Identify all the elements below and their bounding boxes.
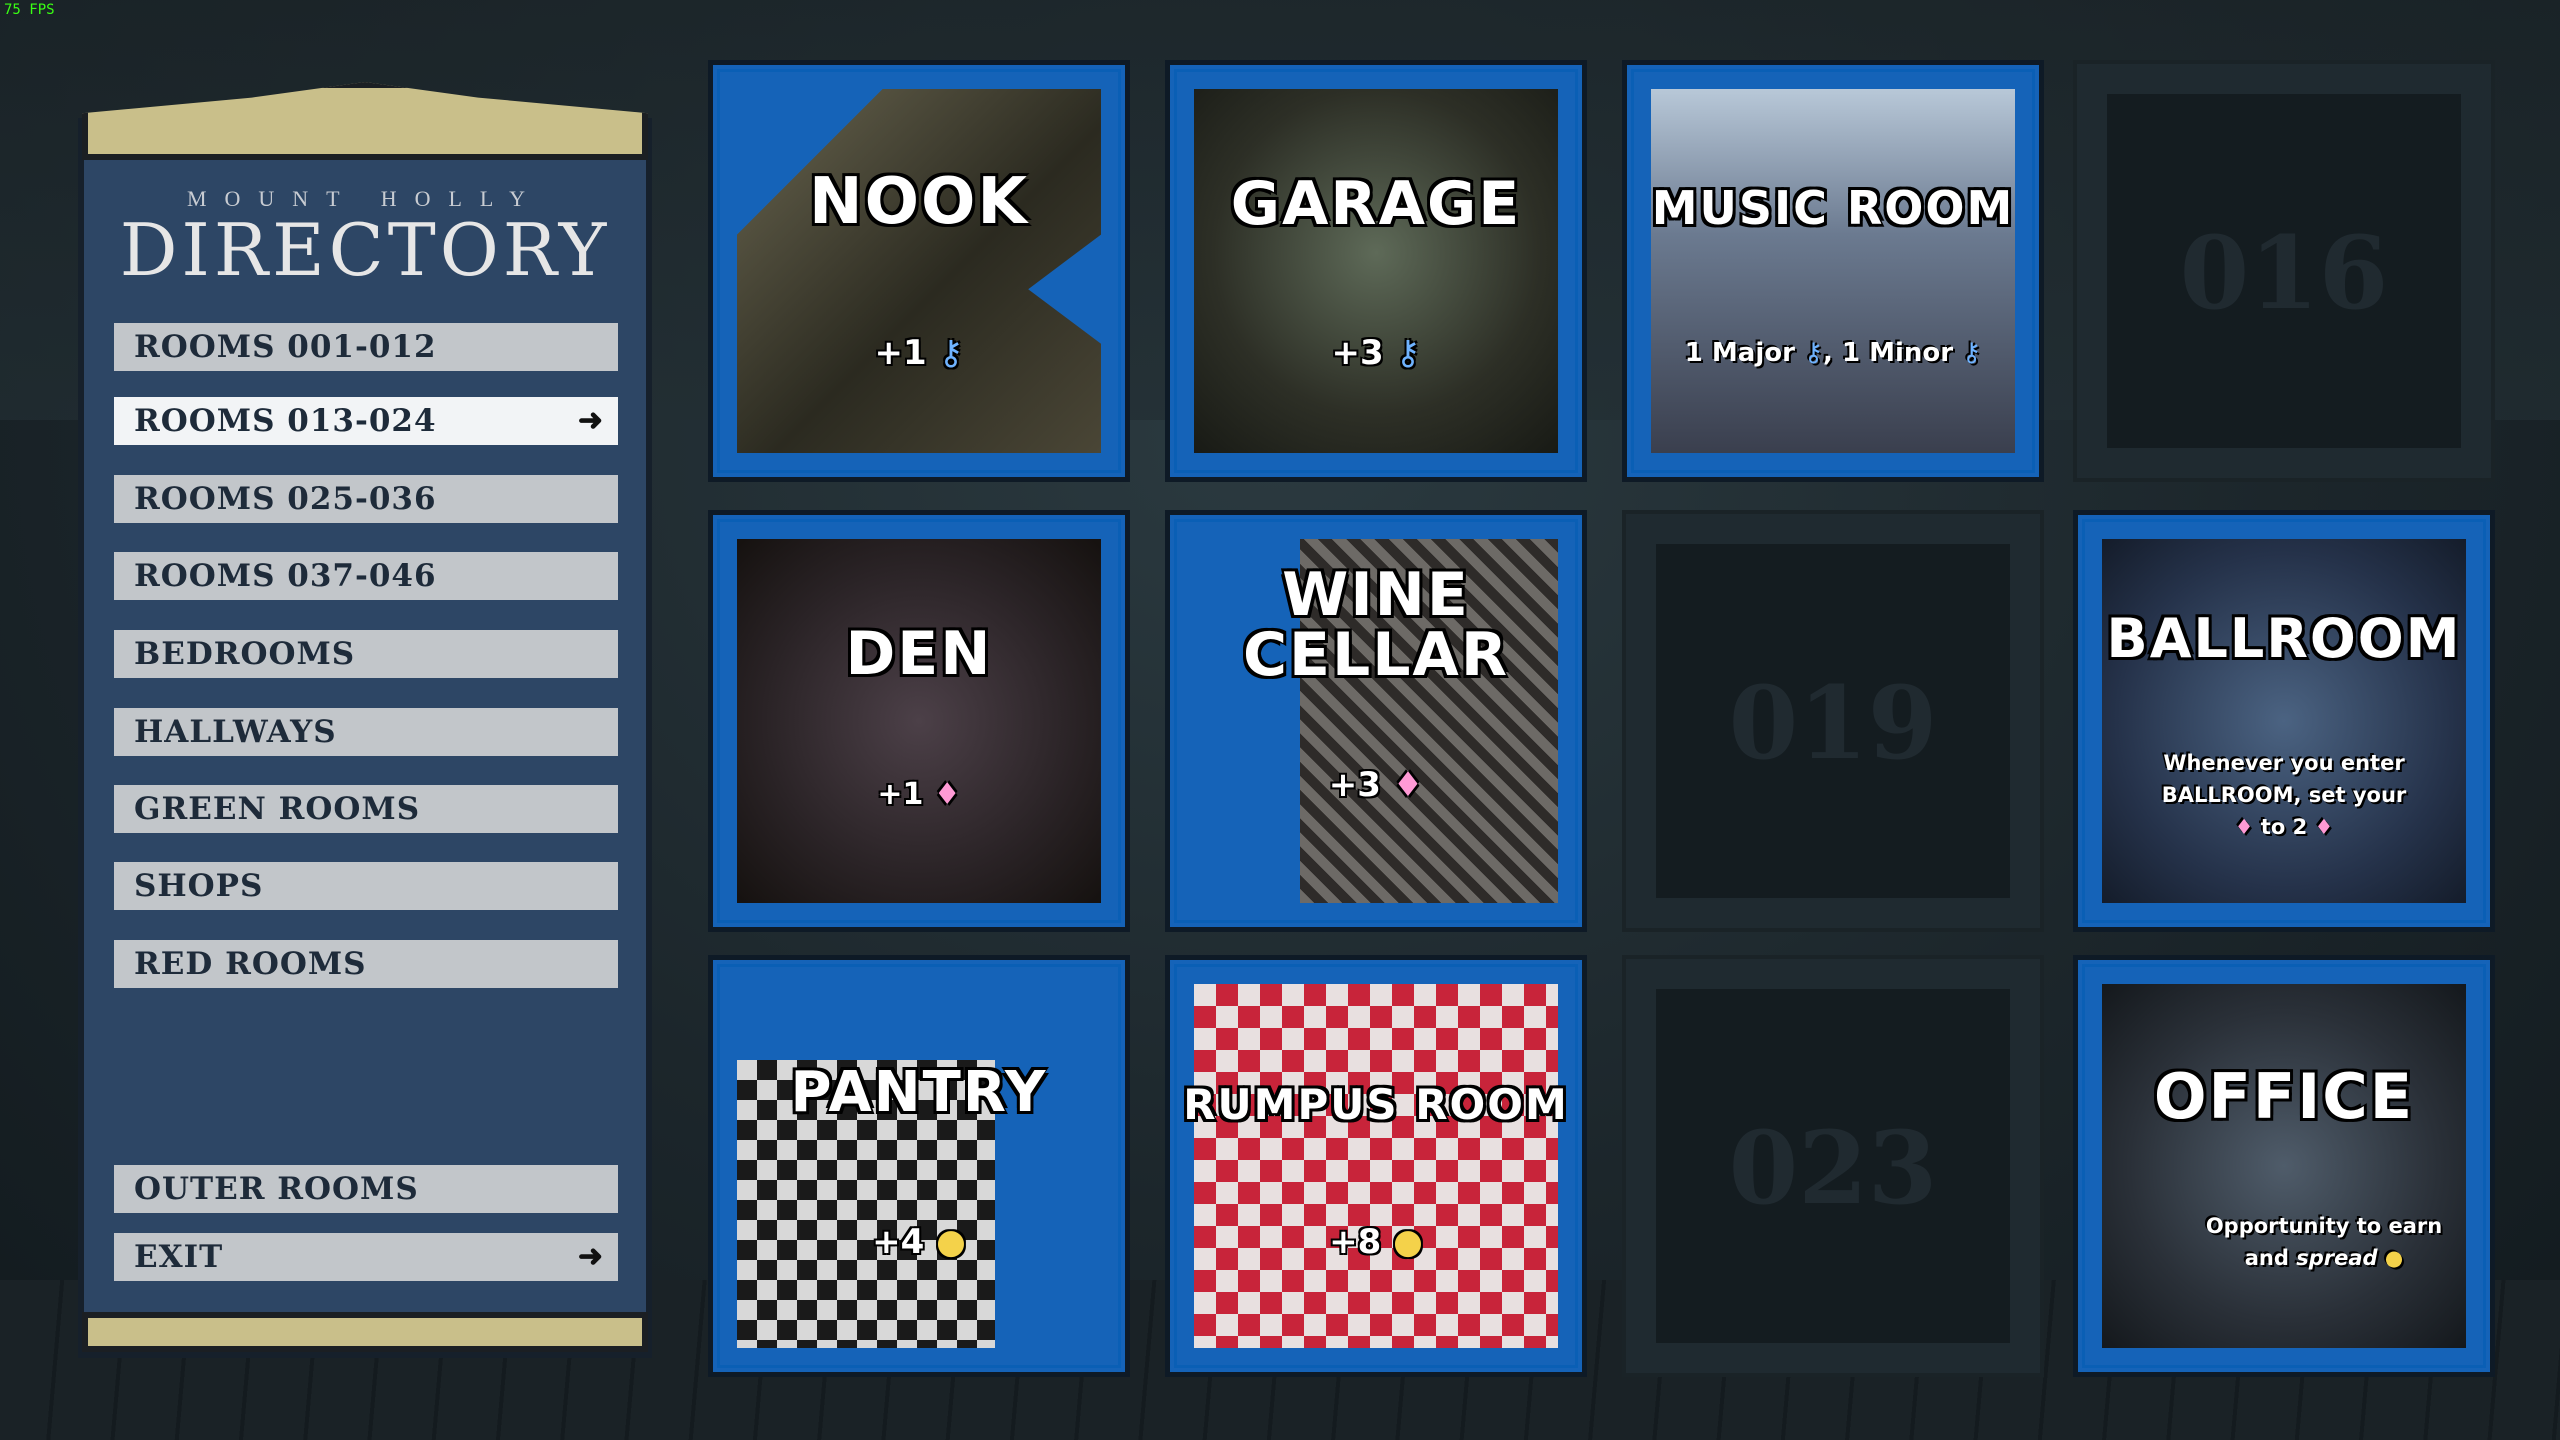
room-tile-rumpus-room[interactable]: RUMPUS ROOM +8 ● bbox=[1165, 955, 1587, 1377]
menu-exit[interactable]: EXIT ➜ bbox=[114, 1233, 618, 1281]
menu-rooms-037-046[interactable]: ROOMS 037-046 bbox=[114, 552, 618, 600]
menu-label: ROOMS 025-036 bbox=[134, 481, 437, 517]
menu-rooms-013-024[interactable]: ROOMS 013-024 ➜ bbox=[114, 397, 618, 445]
empty-slot-016: 016 bbox=[2073, 60, 2495, 482]
menu-label: BEDROOMS bbox=[134, 636, 356, 672]
office-artwork bbox=[2102, 984, 2466, 1348]
fps-counter: 75 FPS bbox=[4, 2, 55, 18]
room-tile-den[interactable]: DEN +1 ♦ bbox=[708, 510, 1130, 932]
menu-bedrooms[interactable]: BEDROOMS bbox=[114, 630, 618, 678]
nook-artwork bbox=[737, 89, 1101, 453]
gem-icon: ♦ bbox=[2234, 815, 2254, 839]
menu-label: OUTER ROOMS bbox=[134, 1171, 419, 1207]
directory-header: MOUNT HOLLY DIRECTORY bbox=[78, 0, 652, 300]
room-name: MUSIC ROOM bbox=[1651, 181, 2015, 235]
room-cost: +3 ⚷ bbox=[1331, 333, 1421, 373]
menu-label: ROOMS 037-046 bbox=[134, 558, 437, 594]
arrow-right-icon: ➜ bbox=[577, 403, 604, 438]
garage-artwork bbox=[1194, 89, 1558, 453]
menu-label: EXIT bbox=[134, 1239, 224, 1275]
menu-rooms-001-012[interactable]: ROOMS 001-012 bbox=[114, 323, 618, 371]
coin-icon: ● bbox=[2384, 1246, 2404, 1270]
slot-number: 023 bbox=[1728, 1109, 1938, 1227]
room-tile-garage[interactable]: GARAGE +3 ⚷ bbox=[1165, 60, 1587, 482]
room-tile-wine-cellar[interactable]: WINE CELLAR +3 ♦ bbox=[1165, 510, 1587, 932]
room-name: DEN bbox=[845, 619, 993, 689]
room-tile-ballroom[interactable]: BALLROOM Whenever you enter BALLROOM, se… bbox=[2073, 510, 2495, 932]
room-name: GARAGE bbox=[1230, 169, 1522, 239]
menu-label: ROOMS 001-012 bbox=[134, 329, 437, 365]
room-name: BALLROOM bbox=[2106, 607, 2462, 670]
room-reward: 1 Major ⚷, 1 Minor ⚷ bbox=[1684, 338, 1982, 368]
coin-icon: ● bbox=[1393, 1222, 1423, 1262]
room-tile-music-room[interactable]: MUSIC ROOM 1 Major ⚷, 1 Minor ⚷ bbox=[1622, 60, 2044, 482]
gem-icon: ♦ bbox=[933, 777, 961, 812]
room-name: OFFICE bbox=[2153, 1060, 2415, 1133]
menu-label: RED ROOMS bbox=[134, 946, 367, 982]
key-icon: ⚷ bbox=[938, 333, 964, 373]
menu-label: GREEN ROOMS bbox=[134, 791, 421, 827]
menu-red-rooms[interactable]: RED ROOMS bbox=[114, 940, 618, 988]
room-cost: +4 ● bbox=[872, 1222, 966, 1262]
room-tile-office[interactable]: OFFICE Opportunity to earn and spread ● bbox=[2073, 955, 2495, 1377]
room-description: Whenever you enter BALLROOM, set your ♦ … bbox=[2161, 751, 2407, 839]
empty-slot-023: 023 bbox=[1622, 955, 2044, 1377]
room-tile-pantry[interactable]: PANTRY +4 ● bbox=[708, 955, 1130, 1377]
menu-outer-rooms[interactable]: OUTER ROOMS bbox=[114, 1165, 618, 1213]
key-icon: ⚷ bbox=[1395, 333, 1421, 373]
room-name: NOOK bbox=[809, 165, 1029, 239]
menu-shops[interactable]: SHOPS bbox=[114, 862, 618, 910]
room-cost: +1 ♦ bbox=[877, 777, 961, 812]
arrow-right-icon: ➜ bbox=[577, 1239, 604, 1274]
room-name: WINE CELLAR bbox=[1242, 560, 1510, 690]
room-description: Opportunity to earn and spread ● bbox=[2205, 1214, 2443, 1270]
gem-icon: ♦ bbox=[2314, 815, 2334, 839]
room-tile-nook[interactable]: NOOK +1 ⚷ bbox=[708, 60, 1130, 482]
slot-number: 016 bbox=[2179, 214, 2389, 332]
room-cost: +1 ⚷ bbox=[874, 333, 964, 373]
menu-hallways[interactable]: HALLWAYS bbox=[114, 708, 618, 756]
room-name: PANTRY bbox=[790, 1060, 1048, 1125]
empty-slot-019: 019 bbox=[1622, 510, 2044, 932]
music-room-artwork bbox=[1651, 89, 2015, 453]
den-artwork bbox=[737, 539, 1101, 903]
menu-rooms-025-036[interactable]: ROOMS 025-036 bbox=[114, 475, 618, 523]
menu-label: HALLWAYS bbox=[134, 714, 337, 750]
key-icon: ⚷ bbox=[1804, 338, 1824, 368]
gem-icon: ♦ bbox=[1392, 765, 1424, 805]
menu-label: SHOPS bbox=[134, 868, 264, 904]
coin-icon: ● bbox=[936, 1222, 966, 1262]
room-cost: +3 ♦ bbox=[1328, 765, 1424, 805]
rumpus-room-artwork bbox=[1194, 984, 1558, 1348]
ballroom-artwork bbox=[2102, 539, 2466, 903]
menu-green-rooms[interactable]: GREEN ROOMS bbox=[114, 785, 618, 833]
directory-panel-bottom bbox=[82, 1312, 648, 1352]
slot-number: 019 bbox=[1728, 664, 1938, 782]
room-name: RUMPUS ROOM bbox=[1183, 1080, 1569, 1129]
directory-title: DIRECTORY bbox=[119, 208, 611, 292]
room-cost: +8 ● bbox=[1329, 1222, 1423, 1262]
menu-label: ROOMS 013-024 bbox=[134, 403, 437, 439]
key-icon: ⚷ bbox=[1962, 338, 1982, 368]
